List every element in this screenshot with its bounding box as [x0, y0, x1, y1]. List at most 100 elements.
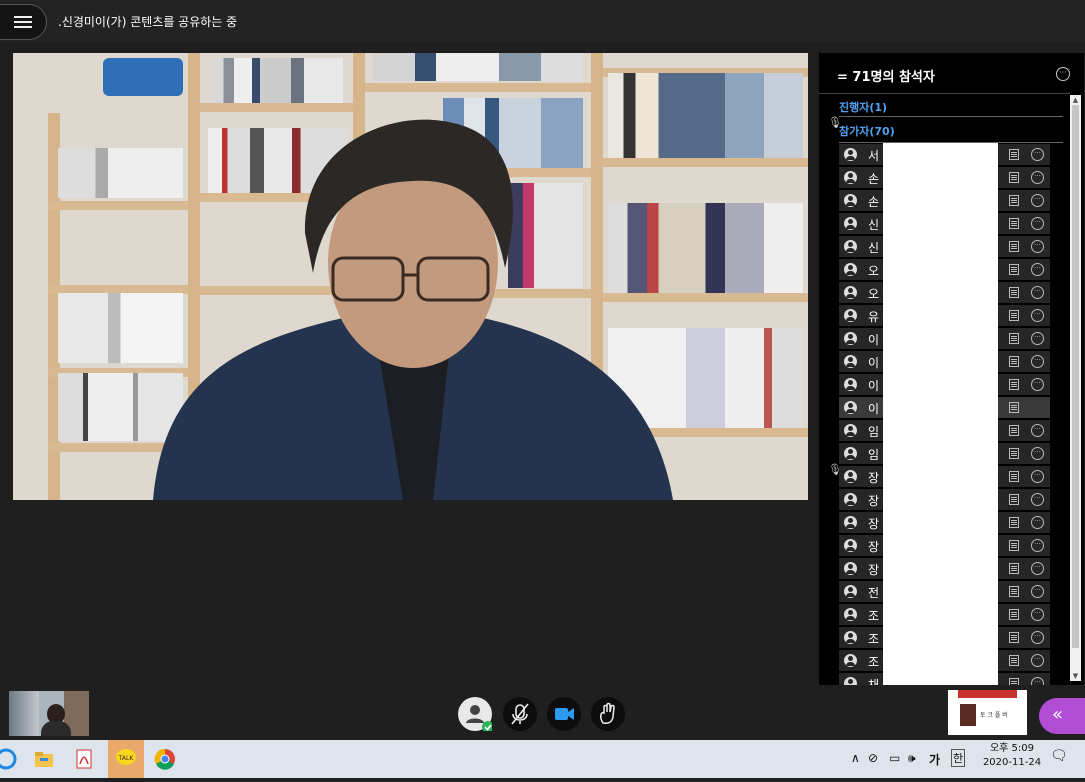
user-avatar-icon: [844, 631, 857, 644]
participant-name: 장: [868, 494, 880, 508]
network-disconnected-icon[interactable]: ⊘: [868, 751, 878, 765]
ime-mode[interactable]: 가: [929, 751, 940, 768]
scroll-thumb[interactable]: [1072, 105, 1079, 648]
host-group-label[interactable]: 진행자(1): [839, 99, 887, 115]
list-icon[interactable]: [1009, 471, 1019, 482]
more-icon[interactable]: ···: [1031, 309, 1044, 322]
user-avatar-icon: [844, 355, 857, 368]
more-icon[interactable]: ···: [1031, 585, 1044, 598]
microphone-icon: 🎙: [828, 463, 842, 476]
list-icon[interactable]: [1009, 678, 1019, 685]
list-icon[interactable]: [1009, 149, 1019, 160]
more-icon[interactable]: ···: [1031, 470, 1044, 483]
user-avatar-icon: [844, 263, 857, 276]
profile-button[interactable]: [458, 697, 492, 731]
list-icon[interactable]: [1009, 402, 1019, 413]
more-icon[interactable]: ···: [1031, 217, 1044, 230]
participant-name: 채: [868, 678, 880, 685]
list-icon[interactable]: [1009, 287, 1019, 298]
user-avatar-icon: [844, 539, 857, 552]
clock-time: 오후 5:09: [989, 743, 1035, 754]
list-icon[interactable]: [1009, 448, 1019, 459]
list-icon[interactable]: [1009, 218, 1019, 229]
more-icon[interactable]: ···: [1031, 539, 1044, 552]
list-icon[interactable]: [1009, 494, 1019, 505]
more-icon[interactable]: ···: [1031, 654, 1044, 667]
more-icon[interactable]: ···: [1031, 240, 1044, 253]
list-icon[interactable]: [1009, 655, 1019, 666]
list-icon[interactable]: [1009, 241, 1019, 252]
more-icon[interactable]: ···: [1031, 677, 1044, 685]
more-icon[interactable]: ···: [1031, 378, 1044, 391]
shared-content-thumbnail[interactable]: 토 크 폴 버: [948, 690, 1027, 735]
notification-icon[interactable]: 🗨: [1050, 748, 1068, 764]
participant-name: 손: [868, 195, 880, 209]
more-icon[interactable]: ···: [1031, 562, 1044, 575]
list-icon[interactable]: [1009, 609, 1019, 620]
scrollbar[interactable]: ▲ ▼: [1070, 95, 1081, 681]
list-icon[interactable]: [1009, 172, 1019, 183]
camera-button[interactable]: [547, 697, 581, 731]
more-icon[interactable]: ···: [1031, 263, 1044, 276]
pdf-reader-icon[interactable]: [70, 745, 98, 773]
chrome-icon[interactable]: [151, 745, 179, 773]
participant-name: 서: [868, 149, 880, 163]
scroll-down-icon[interactable]: ▼: [1070, 671, 1081, 681]
user-avatar-icon: [844, 677, 857, 685]
mute-button[interactable]: [503, 697, 537, 731]
more-icon[interactable]: ···: [1031, 332, 1044, 345]
more-icon[interactable]: ···: [1031, 447, 1044, 460]
collapse-icon[interactable]: =: [837, 70, 852, 85]
more-options-icon[interactable]: ···: [1056, 67, 1070, 81]
list-icon[interactable]: [1009, 540, 1019, 551]
more-icon[interactable]: ···: [1031, 608, 1044, 621]
toggle-panel-button[interactable]: «: [1039, 698, 1085, 734]
list-icon[interactable]: [1009, 586, 1019, 597]
list-icon[interactable]: [1009, 563, 1019, 574]
participant-name: 조: [868, 609, 880, 623]
list-icon[interactable]: [1009, 379, 1019, 390]
more-icon[interactable]: ···: [1031, 148, 1044, 161]
chevron-left-icon: «: [1052, 704, 1064, 725]
show-hidden-icons-icon[interactable]: ∧: [851, 751, 860, 765]
internet-explorer-icon[interactable]: [0, 745, 20, 773]
user-avatar-icon: [844, 309, 857, 322]
list-icon[interactable]: [1009, 517, 1019, 528]
list-icon[interactable]: [1009, 310, 1019, 321]
user-avatar-icon: [844, 654, 857, 667]
self-video-thumbnail[interactable]: [9, 691, 89, 736]
participant-name: 임: [868, 448, 880, 462]
more-icon[interactable]: ···: [1031, 286, 1044, 299]
menu-button[interactable]: [0, 4, 47, 40]
kakaotalk-taskbar-button[interactable]: TALK: [108, 740, 144, 778]
presenter-figure: [153, 119, 673, 500]
scroll-up-icon[interactable]: ▲: [1070, 95, 1081, 105]
list-icon[interactable]: [1009, 632, 1019, 643]
volume-icon[interactable]: 🕪: [908, 751, 916, 766]
user-avatar-icon: [844, 470, 857, 483]
ime-language[interactable]: 한: [951, 749, 966, 767]
list-icon[interactable]: [1009, 195, 1019, 206]
windows-taskbar: TALK ∧ ⊘ ▭ 🕪 가 한 오후 5:09 2020-11-24 🗨: [0, 740, 1085, 778]
network-icon[interactable]: ▭: [889, 751, 900, 765]
more-icon[interactable]: ···: [1031, 194, 1044, 207]
more-icon[interactable]: ···: [1031, 171, 1044, 184]
more-icon[interactable]: ···: [1031, 424, 1044, 437]
user-avatar-icon: [844, 171, 857, 184]
list-icon[interactable]: [1009, 356, 1019, 367]
user-avatar-icon: [844, 240, 857, 253]
more-icon[interactable]: ···: [1031, 631, 1044, 644]
more-icon[interactable]: ···: [1031, 516, 1044, 529]
participant-name: 손: [868, 172, 880, 186]
list-icon[interactable]: [1009, 333, 1019, 344]
more-icon[interactable]: ···: [1031, 493, 1044, 506]
file-explorer-icon[interactable]: [30, 745, 58, 773]
raise-hand-button[interactable]: [591, 697, 625, 731]
participants-group-label[interactable]: 참가자(70): [839, 123, 895, 139]
list-icon[interactable]: [1009, 264, 1019, 275]
system-clock[interactable]: 오후 5:09 2020-11-24: [981, 742, 1043, 770]
list-icon[interactable]: [1009, 425, 1019, 436]
microphone-muted-icon: [511, 703, 529, 725]
more-icon[interactable]: ···: [1031, 355, 1044, 368]
hand-icon: [600, 702, 615, 724]
